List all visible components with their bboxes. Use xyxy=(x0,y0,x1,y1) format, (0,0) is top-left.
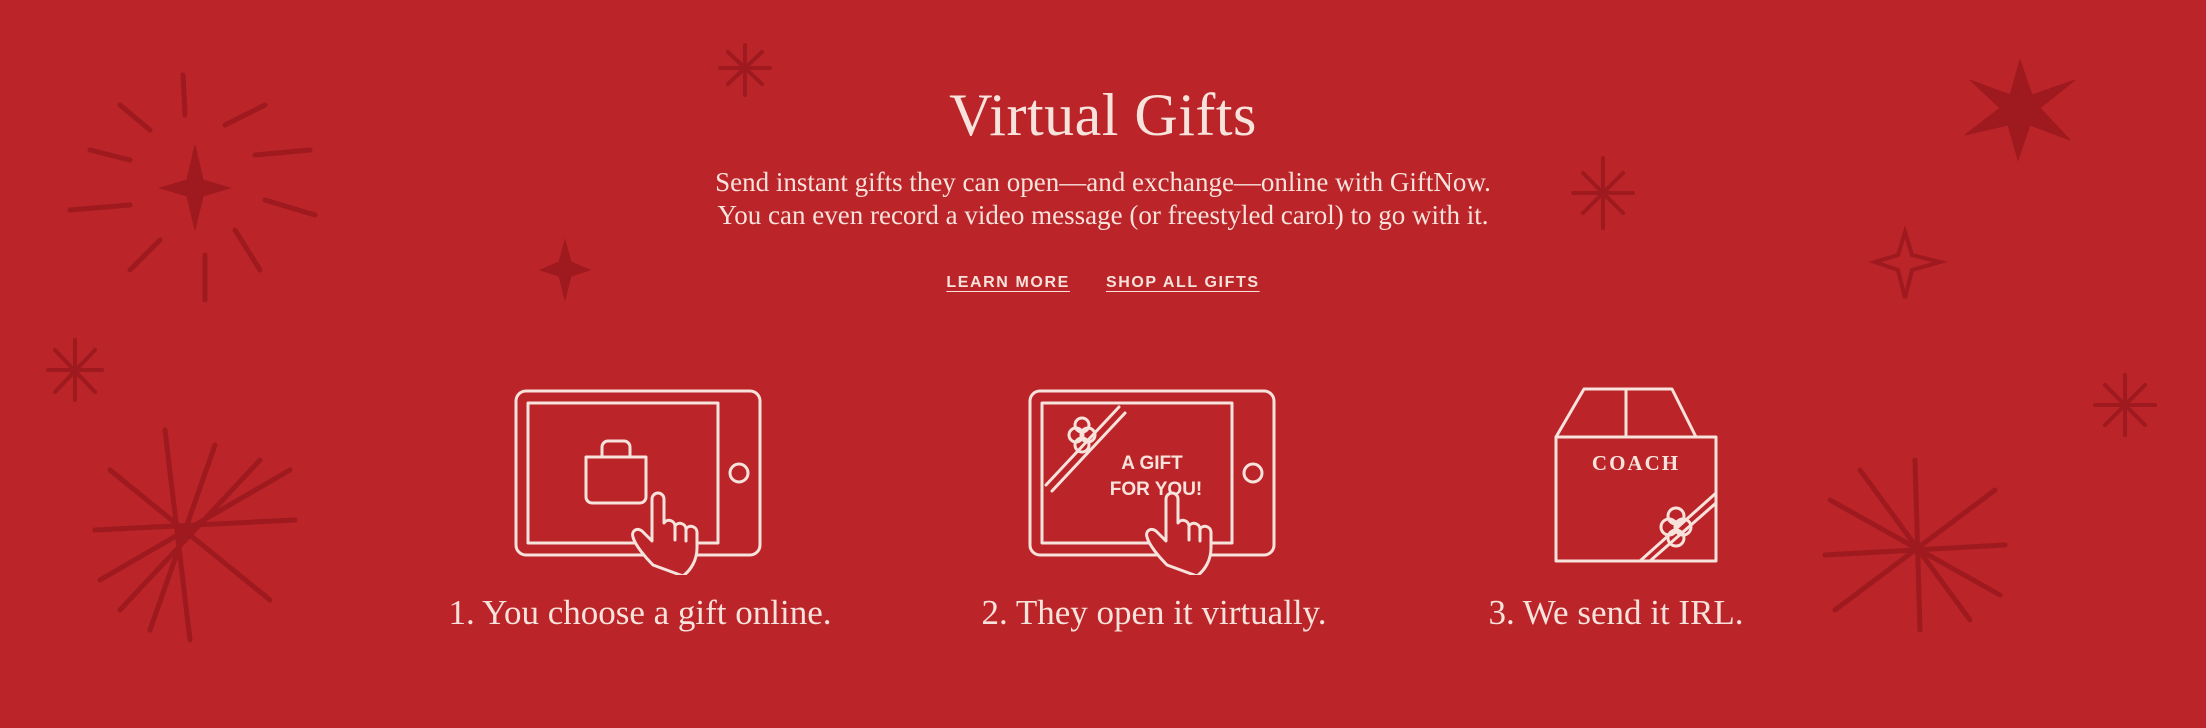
gift-message-line-1: A GIFT xyxy=(1121,453,1183,474)
step-2-label: 2. They open it virtually. xyxy=(981,593,1327,632)
virtual-gifts-section: Virtual Gifts Send instant gifts they ca… xyxy=(0,0,2206,728)
step-2: A GIFT FOR YOU! 2. They open it virtuall… xyxy=(914,385,1394,632)
coach-logo-text: COACH xyxy=(1592,451,1680,475)
learn-more-link[interactable]: LEARN MORE xyxy=(946,274,1070,291)
coach-box-icon: COACH xyxy=(1554,387,1718,563)
tablet-gift-message-icon: A GIFT FOR YOU! xyxy=(1028,389,1276,575)
page-title: Virtual Gifts xyxy=(949,82,1257,148)
step-1-label: 1. You choose a gift online. xyxy=(448,593,832,632)
shop-all-gifts-link[interactable]: SHOP ALL GIFTS xyxy=(1106,274,1260,291)
step-3: COACH 3. We send it IRL. xyxy=(1376,385,1856,632)
step-1: 1. You choose a gift online. xyxy=(400,385,880,632)
gift-message-line-2: FOR YOU! xyxy=(1110,479,1203,500)
description-line-1: Send instant gifts they can open—and exc… xyxy=(715,167,1491,197)
step-3-label: 3. We send it IRL. xyxy=(1488,593,1744,632)
description-line-2: You can even record a video message (or … xyxy=(717,200,1489,230)
cta-links: LEARN MORE SHOP ALL GIFTS xyxy=(0,274,2206,292)
tablet-bag-tap-icon xyxy=(514,389,762,575)
section-description: Send instant gifts they can open—and exc… xyxy=(0,166,2206,232)
